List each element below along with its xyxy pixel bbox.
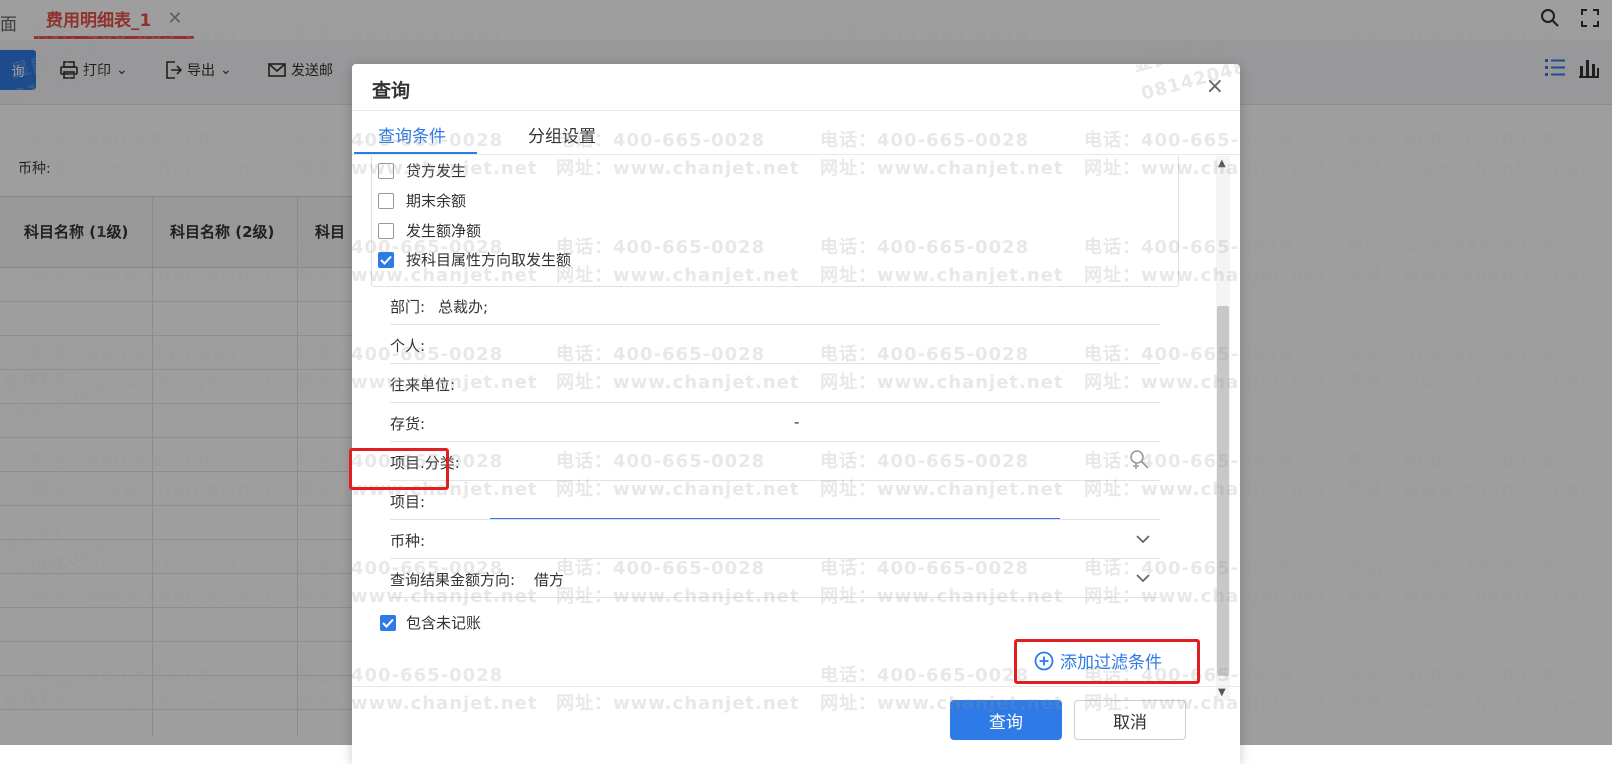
scroll-up-icon[interactable]: ▲ xyxy=(1218,158,1226,169)
divider xyxy=(352,686,1240,687)
field-partner[interactable]: 往来单位: xyxy=(390,364,1160,403)
check-icon xyxy=(382,618,394,628)
checkbox[interactable] xyxy=(378,192,394,209)
chevron-down-icon[interactable] xyxy=(1136,569,1150,587)
query-submit-button[interactable]: 查询 xyxy=(950,700,1062,740)
field-label: 币种: xyxy=(390,532,426,550)
field-result-direction[interactable]: 查询结果金额方向: 借方 xyxy=(390,559,1160,598)
checkbox-label: 发生额净额 xyxy=(406,222,482,240)
checkbox[interactable] xyxy=(378,222,394,239)
checkbox-checked[interactable] xyxy=(380,614,396,631)
close-icon[interactable]: × xyxy=(1206,74,1224,99)
field-person[interactable]: 个人: xyxy=(390,325,1160,364)
field-label: 查询结果金额方向: xyxy=(390,571,516,589)
dialog-title: 查询 xyxy=(372,80,411,102)
lookup-icon[interactable] xyxy=(1128,448,1150,474)
scroll-down-icon[interactable]: ▼ xyxy=(1218,687,1226,698)
range-separator: - xyxy=(794,413,800,431)
checkbox[interactable] xyxy=(378,162,394,179)
checkbox-credit[interactable]: 贷方发生 xyxy=(378,160,466,181)
tab-group-settings[interactable]: 分组设置 xyxy=(528,122,596,147)
checkbox-label: 贷方发生 xyxy=(406,162,467,180)
field-label: 存货: xyxy=(390,415,426,433)
check-icon xyxy=(380,255,392,265)
highlight-add-filter xyxy=(1014,639,1200,684)
field-value: 借方 xyxy=(534,571,565,589)
checkbox-include-unposted[interactable]: 包含未记账 xyxy=(380,612,481,633)
field-project[interactable]: 项目: xyxy=(390,481,1160,520)
field-label: 个人: xyxy=(390,337,426,355)
field-label: 往来单位: xyxy=(390,376,456,394)
scrollbar[interactable]: ▲ ▼ xyxy=(1216,156,1230,700)
checkbox-net-amount[interactable]: 发生额净额 xyxy=(378,220,481,241)
checkbox-label: 期末余额 xyxy=(406,192,467,210)
checkbox-ending-balance[interactable]: 期末余额 xyxy=(378,190,466,211)
focus-underline xyxy=(490,518,1060,519)
divider xyxy=(352,110,1240,111)
checkbox-direction-by-attr[interactable]: 按科目属性方向取发生额 xyxy=(378,249,571,270)
field-inventory[interactable]: 存货: - xyxy=(390,403,1160,442)
checkbox-label: 包含未记账 xyxy=(406,614,482,632)
highlight-project-class xyxy=(349,448,449,490)
checkbox-checked[interactable] xyxy=(378,251,394,268)
divider xyxy=(352,154,1240,155)
field-label: 部门: xyxy=(390,298,426,316)
chevron-down-icon[interactable] xyxy=(1136,530,1150,548)
scrollbar-thumb[interactable] xyxy=(1217,306,1229,676)
field-value: 总裁办; xyxy=(438,298,489,316)
cancel-button[interactable]: 取消 xyxy=(1074,700,1186,740)
field-label: 项目: xyxy=(390,493,426,511)
field-project-class[interactable]: 项目.分类: xyxy=(390,442,1160,481)
tab-query-conditions[interactable]: 查询条件 xyxy=(378,122,446,147)
field-department[interactable]: 部门: 总裁办; xyxy=(390,286,1160,325)
checkbox-label: 按科目属性方向取发生额 xyxy=(406,251,572,269)
field-currency[interactable]: 币种: xyxy=(390,520,1160,559)
